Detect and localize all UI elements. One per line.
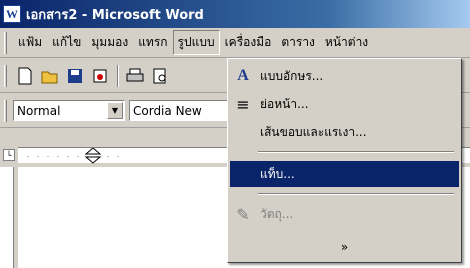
permission-icon[interactable] — [88, 64, 111, 87]
menu-format[interactable]: รูปแบบ — [172, 30, 220, 55]
menu-view[interactable]: มุมมอง — [86, 30, 133, 55]
toolbar-grip[interactable] — [4, 64, 7, 87]
word-icon[interactable]: W — [3, 5, 21, 23]
menu-table[interactable]: ตาราง — [276, 30, 320, 55]
toolbar-separator — [117, 64, 119, 87]
menu-window[interactable]: หน้าต่าง — [320, 30, 373, 55]
style-combo[interactable]: Normal ▼ — [13, 100, 125, 121]
paragraph-icon: ≡ — [236, 94, 250, 114]
print-preview-icon[interactable] — [148, 64, 171, 87]
menu-item-font[interactable]: A แบบอักษร... — [230, 63, 459, 89]
tab-selector[interactable]: └ — [3, 149, 15, 161]
expand-menu-icon[interactable]: » — [230, 235, 459, 259]
window-title: เอกสาร2 - Microsoft Word — [26, 7, 204, 23]
menu-item-tabs[interactable]: แท็บ... — [230, 161, 459, 187]
new-document-icon[interactable] — [13, 64, 36, 87]
menu-item-paragraph[interactable]: ≡ ย่อหน้า... — [230, 91, 459, 117]
menu-item-object: ✎ วัตถุ... — [230, 201, 459, 227]
font-combo[interactable]: Cordia New — [129, 100, 239, 121]
menu-file[interactable]: แฟ้ม — [13, 30, 47, 55]
menu-insert[interactable]: แทรก — [133, 30, 172, 55]
font-icon: A — [237, 67, 249, 84]
font-value: Cordia New — [133, 103, 202, 118]
menu-bar: แฟ้ม แก้ไข มุมมอง แทรก รูปแบบ เครื่องมือ… — [0, 28, 470, 58]
menu-separator — [258, 151, 454, 153]
menu-tools[interactable]: เครื่องมือ — [220, 30, 277, 55]
menu-separator-2 — [258, 193, 454, 195]
format-menu-dropdown: A แบบอักษร... ≡ ย่อหน้า... เส้นขอบและแรเ… — [227, 58, 462, 263]
chevron-down-icon[interactable]: ▼ — [107, 102, 123, 119]
open-folder-icon[interactable] — [38, 64, 61, 87]
save-icon[interactable] — [63, 64, 86, 87]
style-value: Normal — [17, 103, 61, 118]
vertical-ruler[interactable] — [0, 167, 14, 268]
menu-item-borders-shading[interactable]: เส้นขอบและแรเงา... — [230, 119, 459, 145]
menubar-grip[interactable] — [4, 31, 7, 54]
menu-edit[interactable]: แก้ไข — [47, 30, 86, 55]
toolbar-grip-2[interactable] — [4, 99, 7, 122]
print-icon[interactable] — [123, 64, 146, 87]
object-icon: ✎ — [236, 204, 250, 224]
title-bar: W เอกสาร2 - Microsoft Word — [0, 0, 470, 28]
